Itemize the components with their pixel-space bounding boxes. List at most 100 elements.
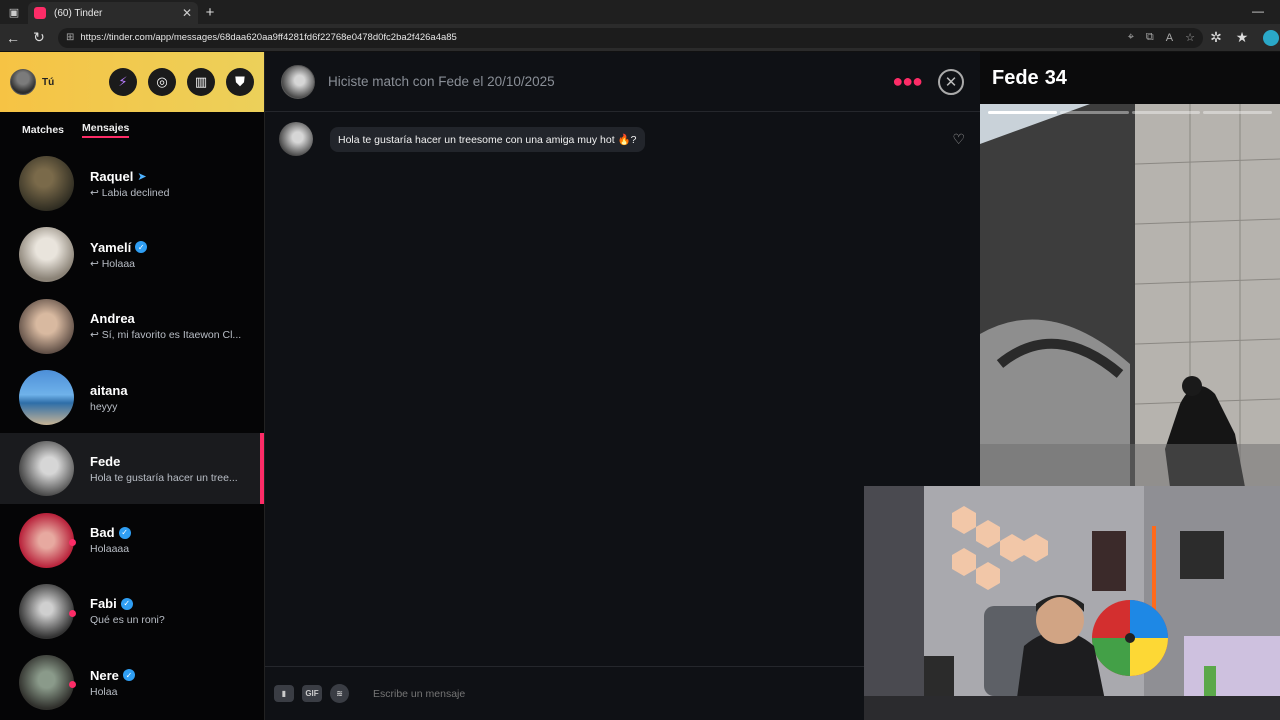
my-avatar[interactable] — [10, 69, 36, 95]
preview-text: Sí, mi favorito es Itaewon Cl... — [101, 329, 242, 342]
sender-avatar[interactable] — [279, 122, 313, 156]
conversation-preview: Hola te gustaría hacer un tree... — [90, 471, 238, 484]
online-dot — [69, 609, 76, 617]
webcam-overlay — [864, 486, 1280, 720]
extensions-icon[interactable]: ✲ — [1203, 29, 1229, 46]
more-options-icon[interactable]: ●●● — [892, 71, 923, 92]
conversation-item[interactable]: Fabi ✓ Qué es un roni? — [0, 576, 264, 647]
photo-indicator[interactable] — [1131, 111, 1201, 114]
tab-matches[interactable]: Matches — [22, 124, 64, 136]
online-dot — [69, 538, 76, 546]
conversation-preview: ↩ Labia declined — [90, 187, 260, 199]
conversation-preview: ↩ Sí, mi favorito es Itaewon Cl... — [90, 329, 260, 341]
chat-header: Hiciste match con Fede el 20/10/2025 ●●●… — [265, 52, 980, 112]
avatar — [19, 370, 74, 426]
conversation-item-selected[interactable]: Fede Hola te gustaría hacer un tree... — [0, 433, 264, 505]
sticker-icon[interactable]: ▮ — [274, 685, 294, 702]
conversation-preview: Holaaaa — [90, 543, 130, 556]
conversation-item[interactable]: Raquel ➤ ↩ Labia declined — [0, 148, 264, 219]
conversation-info: Nere ✓ Holaa — [90, 668, 260, 698]
verified-badge-icon: ✓ — [122, 669, 135, 682]
avatar — [19, 655, 76, 711]
match-avatar[interactable] — [281, 64, 315, 99]
browser-profile-avatar[interactable] — [1263, 29, 1279, 46]
avatar — [19, 298, 74, 354]
address-bar[interactable]: ⊞ https://tinder.com/app/messages/68daa6… — [58, 27, 1203, 48]
photo-progress-bar — [988, 111, 1272, 114]
favorite-star-icon[interactable]: ☆ — [1185, 31, 1195, 44]
sidebar-tabs: Matches Mensajes — [0, 112, 264, 148]
browser-tab[interactable]: (60) Tinder ✕ — [28, 2, 198, 24]
match-date-text: Hiciste match con Fede el 20/10/2025 — [328, 74, 555, 89]
eiffel-tower-photo — [980, 104, 1280, 487]
reply-arrow-icon: ↩ — [90, 186, 102, 199]
window-menu-icon[interactable]: ▣ — [0, 0, 28, 24]
back-button[interactable]: ← — [0, 30, 26, 46]
avatar — [19, 227, 74, 283]
conversation-name: Andrea — [90, 311, 260, 326]
briefcase-icon[interactable]: ▥ — [187, 68, 215, 96]
conversation-item[interactable]: Nere ✓ Holaa — [0, 647, 264, 718]
contact-name: Bad — [90, 525, 115, 541]
spotify-icon[interactable]: ≋ — [330, 684, 349, 703]
reply-arrow-icon: ↩ — [90, 329, 102, 342]
app-available-icon[interactable]: ⧉ — [1146, 31, 1154, 44]
explore-compass-icon[interactable]: ◎ — [148, 68, 176, 96]
photo-indicator[interactable] — [988, 111, 1057, 114]
new-tab-button[interactable]: + — [198, 4, 222, 21]
contact-name: Raquel — [90, 168, 134, 184]
conversation-name: Bad ✓ — [90, 525, 260, 540]
photo-indicator[interactable] — [1203, 111, 1272, 114]
tab-messages[interactable]: Mensajes — [82, 122, 130, 138]
conversation-preview: Holaa — [90, 685, 118, 698]
message-bubble: Hola te gustaría hacer un treesome con u… — [330, 126, 645, 152]
conversation-item[interactable]: Bad ✓ Holaaaa — [0, 504, 264, 575]
url-text: https://tinder.com/app/messages/68daa620… — [80, 32, 457, 43]
favorites-icon[interactable]: ★ — [1229, 29, 1255, 46]
photo-indicator[interactable] — [1059, 111, 1129, 114]
reload-button[interactable]: ↻ — [26, 29, 52, 46]
location-icon[interactable]: ⌖ — [1128, 31, 1134, 44]
conversation-item[interactable]: aitana heyyy — [0, 362, 264, 433]
profile-age: 34 — [1044, 66, 1067, 89]
contact-name: Nere — [90, 667, 119, 683]
message-input[interactable] — [373, 687, 673, 700]
conversation-info: Andrea ↩ Sí, mi favorito es Itaewon Cl..… — [90, 311, 260, 341]
safety-shield-icon[interactable]: ⛊ — [226, 68, 254, 96]
conversation-preview: ↩ Holaaa — [90, 258, 260, 270]
read-aloud-icon[interactable]: A — [1166, 32, 1173, 44]
profile-name-age: Fede 34 — [980, 52, 1280, 104]
conversation-info: Fabi ✓ Qué es un roni? — [90, 596, 260, 626]
avatar — [19, 441, 74, 497]
close-tab-icon[interactable]: ✕ — [182, 6, 192, 20]
contact-name: Andrea — [90, 311, 135, 327]
minimize-window-button[interactable]: — — [1252, 4, 1264, 18]
contact-name: aitana — [90, 382, 128, 398]
sidebar: Tú ⚡ ◎ ▥ ⛊ Matches Mensajes Raquel ➤ ↩ La… — [0, 52, 265, 720]
browser-tabbar: ▣ (60) Tinder ✕ + — — [0, 0, 1280, 24]
conversation-name: Raquel ➤ — [90, 169, 260, 184]
boost-lightning-icon[interactable]: ⚡ — [109, 68, 137, 96]
message-row: Hola te gustaría hacer un treesome con u… — [279, 122, 969, 156]
profile-name: Fede — [992, 66, 1039, 89]
verified-badge-icon: ✓ — [120, 597, 133, 610]
profile-panel: Fede 34 — [980, 52, 1280, 487]
conversation-info: aitana heyyy — [90, 383, 260, 413]
conversation-item[interactable]: Andrea ↩ Sí, mi favorito es Itaewon Cl..… — [0, 291, 264, 362]
conversation-info: Bad ✓ Holaaaa — [90, 525, 260, 555]
contact-name: Fede — [90, 453, 121, 469]
conversation-info: Yamelí ✓ ↩ Holaaa — [90, 240, 260, 270]
conversation-name: Fabi ✓ — [90, 596, 260, 611]
gif-button[interactable]: GIF — [302, 685, 322, 702]
close-icon[interactable]: ✕ — [938, 68, 964, 95]
profile-photo[interactable] — [980, 104, 1280, 487]
conversation-name: Nere ✓ — [90, 668, 260, 683]
paper-plane-icon: ➤ — [137, 170, 147, 183]
contact-name: Yamelí — [90, 239, 132, 255]
tab-title: (60) Tinder — [54, 7, 103, 19]
conversation-preview: heyyy — [90, 400, 118, 413]
conversation-item[interactable]: Yamelí ✓ ↩ Holaaa — [0, 219, 264, 290]
my-profile-label[interactable]: Tú — [42, 77, 98, 88]
site-info-icon[interactable]: ⊞ — [66, 32, 74, 43]
like-heart-icon[interactable]: ♡ — [952, 131, 965, 148]
